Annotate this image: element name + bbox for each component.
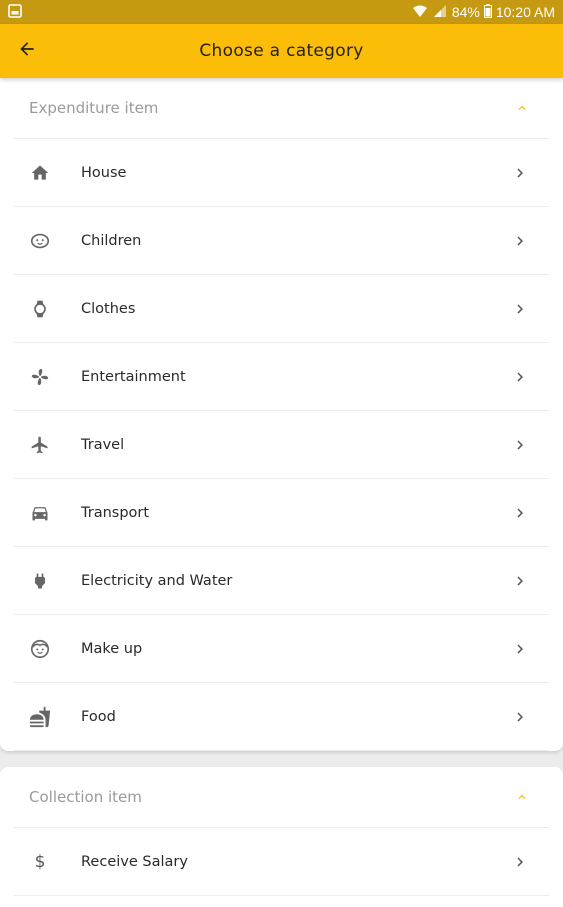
category-label: Transport (81, 504, 150, 521)
arrow-left-icon (17, 39, 37, 63)
dollar-icon: $ (34, 851, 46, 872)
chevron-right-icon (511, 368, 529, 386)
category-item-food[interactable]: Food (14, 683, 549, 751)
category-item-make-up[interactable]: Make up (14, 615, 549, 683)
chevron-right-icon (511, 640, 529, 658)
chevron-right-icon (511, 300, 529, 318)
home-icon (14, 163, 66, 183)
airplane-icon (14, 435, 66, 455)
chevron-right-icon (511, 504, 529, 522)
category-label: Receive Salary (81, 853, 188, 870)
category-label: Children (81, 232, 142, 249)
category-item-electricity-and-water[interactable]: Electricity and Water (14, 547, 549, 615)
wifi-icon (412, 4, 428, 21)
watch-icon (14, 298, 66, 320)
back-button[interactable] (0, 24, 54, 78)
face-icon (14, 638, 66, 660)
chevron-right-icon (511, 164, 529, 182)
section-title: Collection item (29, 788, 142, 806)
car-icon (14, 503, 66, 523)
chevron-right-icon (511, 853, 529, 871)
chevron-right-icon (511, 436, 529, 454)
category-item-entertainment[interactable]: Entertainment (14, 343, 549, 411)
clock: 10:20 AM (495, 4, 555, 20)
section-title: Expenditure item (29, 99, 159, 117)
chevron-up-icon (515, 101, 529, 115)
category-item-clothes[interactable]: Clothes (14, 275, 549, 343)
fastfood-icon (14, 706, 66, 728)
category-label: Entertainment (81, 368, 186, 385)
chevron-right-icon (511, 708, 529, 726)
collection-section: Collection item $ Receive Salary (0, 767, 563, 907)
category-item-children[interactable]: Children (14, 207, 549, 275)
category-item-transport[interactable]: Transport (14, 479, 549, 547)
collection-section-header[interactable]: Collection item (14, 767, 549, 828)
app-bar: Choose a category (0, 24, 563, 78)
category-label: House (81, 164, 127, 181)
category-label: Clothes (81, 300, 136, 317)
category-label: Make up (81, 640, 143, 657)
category-label: Electricity and Water (81, 572, 233, 589)
category-item-house[interactable]: House (14, 139, 549, 207)
baby-face-icon (14, 230, 66, 252)
category-label: Food (81, 708, 116, 725)
page-title: Choose a category (199, 41, 364, 61)
chevron-right-icon (511, 232, 529, 250)
status-bar: 84% 10:20 AM (0, 0, 563, 24)
battery-icon (483, 3, 492, 21)
category-label: Travel (81, 436, 125, 453)
notification-icon (8, 3, 22, 21)
expenditure-section: Expenditure item House Children Clothes (0, 78, 563, 751)
pinwheel-icon (14, 366, 66, 388)
category-item-travel[interactable]: Travel (14, 411, 549, 479)
category-item-receive-salary[interactable]: $ Receive Salary (14, 828, 549, 896)
signal-icon (432, 4, 448, 21)
battery-percent: 84% (451, 4, 480, 20)
chevron-right-icon (511, 572, 529, 590)
chevron-up-icon (515, 790, 529, 804)
expenditure-section-header[interactable]: Expenditure item (14, 78, 549, 139)
power-plug-icon (14, 571, 66, 591)
